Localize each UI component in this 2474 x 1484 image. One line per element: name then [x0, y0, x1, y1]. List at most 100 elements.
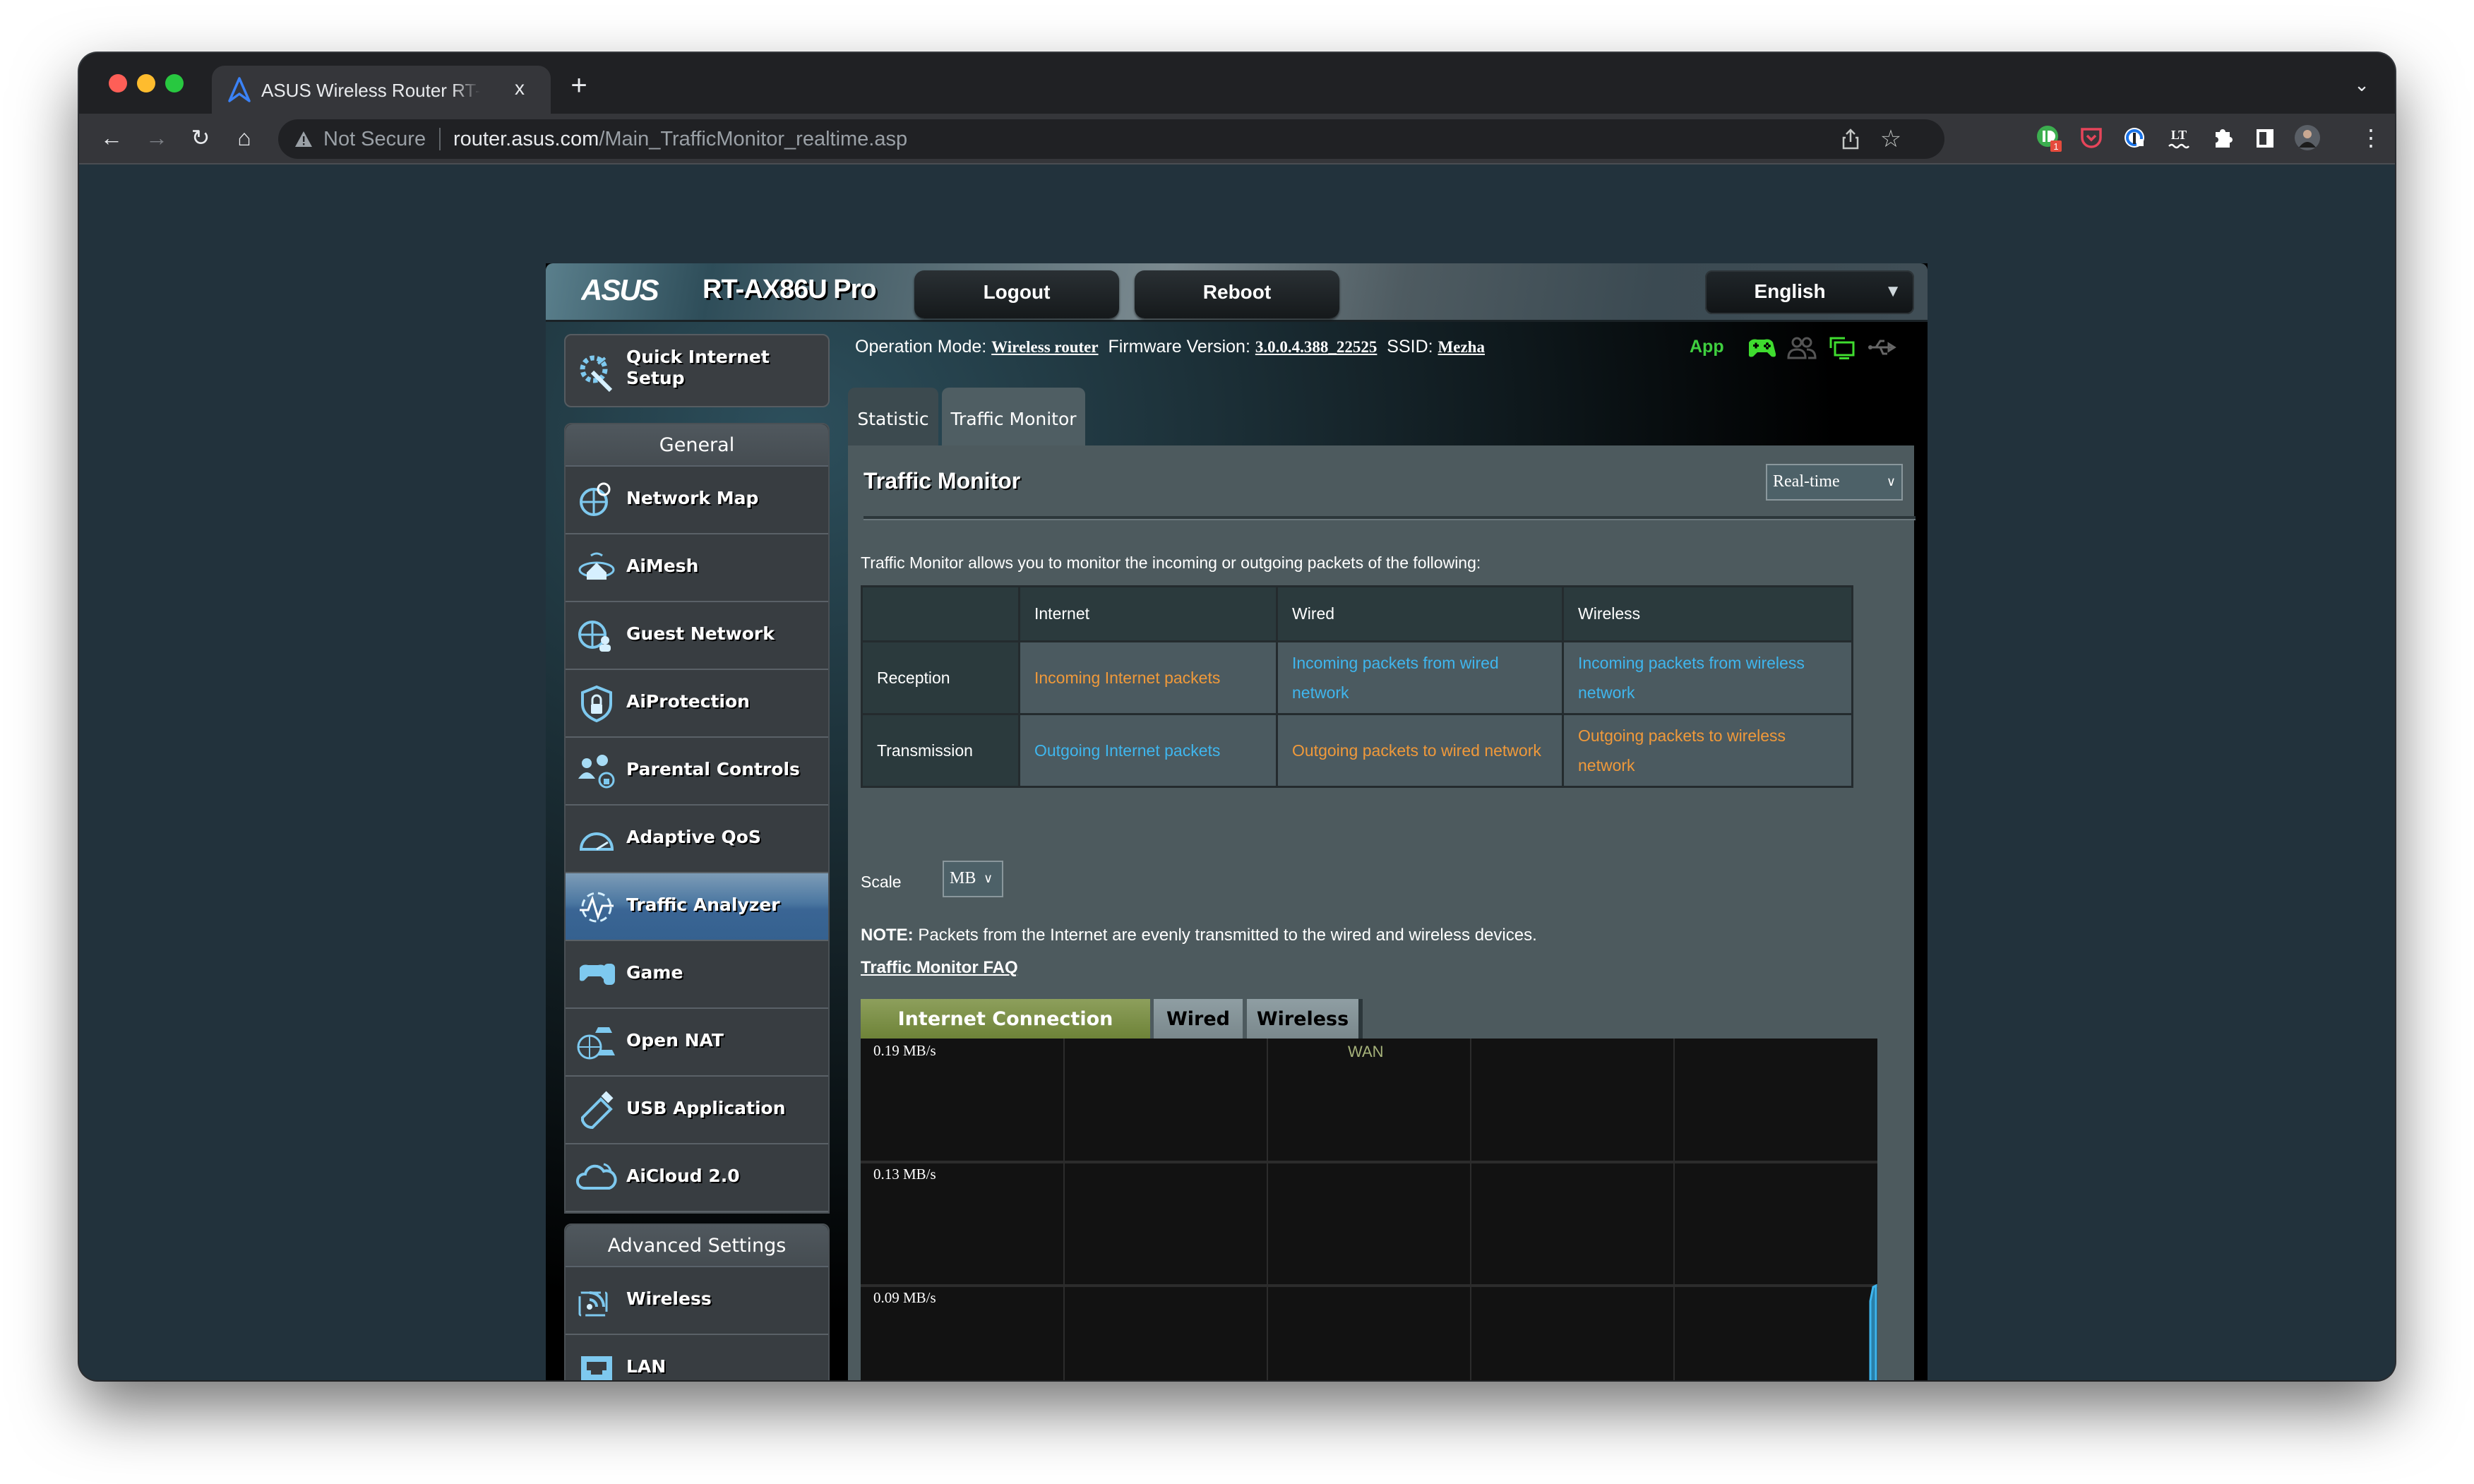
sidebar-item-usb-application[interactable]: USB Application	[566, 1077, 828, 1144]
url-host: router.asus.com	[453, 128, 599, 150]
sidebar-item-label: LAN	[626, 1356, 667, 1377]
app-link[interactable]: App	[1690, 337, 1724, 357]
password-manager-icon[interactable]	[2121, 124, 2149, 152]
url-text[interactable]: router.asus.com/Main_TrafficMonitor_real…	[453, 128, 907, 151]
shield-lock-icon	[581, 685, 612, 723]
graph-tab-wired[interactable]: Wired	[1154, 999, 1243, 1039]
forward-arrow-icon[interactable]: →	[143, 124, 171, 152]
logout-button[interactable]: Logout	[914, 270, 1119, 318]
home-icon[interactable]: ⌂	[230, 124, 258, 152]
quick-internet-setup-button[interactable]: Quick Internet Setup	[564, 334, 830, 407]
share-icon[interactable]	[1840, 128, 1861, 150]
sidebar-item-open-nat[interactable]: Open NAT	[566, 1009, 828, 1077]
extensions-puzzle-icon[interactable]	[2209, 124, 2237, 152]
omnibox-divider	[439, 128, 441, 150]
ssid-link[interactable]: Mezha	[1438, 338, 1485, 356]
browser-menu-icon[interactable]: ⋮	[2357, 124, 2385, 152]
page-viewport: ASUS RT-AX86U Pro Logout Reboot English …	[79, 164, 2395, 1380]
sidebar-item-guest-network[interactable]: Guest Network	[566, 602, 828, 670]
address-bar[interactable]: Not Secure router.asus.com/Main_TrafficM…	[278, 119, 1944, 159]
sidebar-item-parental-controls[interactable]: Parental Controls	[566, 738, 828, 806]
close-window-button[interactable]	[109, 74, 127, 92]
sidebar-item-aiprotection[interactable]: AiProtection	[566, 670, 828, 738]
browser-tab-active[interactable]: ASUS Wireless Router RT-AX86U Pro x	[212, 66, 551, 114]
period-select[interactable]: Real-time ∨	[1766, 464, 1903, 501]
aimesh-icon	[578, 552, 615, 580]
language-select[interactable]: English ▼	[1705, 270, 1914, 314]
traffic-chart-svg: 0.19 MB/s0.13 MB/s0.09 MB/s0.05 MB/sWAN	[861, 1039, 1892, 1380]
sidebar-item-label: Guest Network	[626, 623, 775, 644]
new-tab-button[interactable]: +	[565, 71, 593, 101]
languagetool-icon[interactable]: LT	[2165, 124, 2193, 152]
reload-icon[interactable]: ↻	[186, 124, 215, 152]
profile-avatar[interactable]	[2293, 124, 2321, 152]
svg-text:ASUS: ASUS	[581, 277, 659, 303]
sidebar-item-label: Game	[626, 962, 683, 983]
status-line: Operation Mode: Wireless router Firmware…	[855, 337, 1485, 357]
minimize-window-button[interactable]	[137, 74, 155, 92]
maximize-window-button[interactable]	[165, 74, 184, 92]
scale-select-value: MB	[950, 869, 976, 887]
page-title: Traffic Monitor	[863, 468, 1021, 493]
chevron-down-icon: ∨	[984, 871, 993, 885]
guest-network-icon	[578, 621, 611, 652]
sidebar-item-adaptive-qos[interactable]: Adaptive QoS	[566, 806, 828, 873]
wifi-icon	[578, 1291, 608, 1317]
cloud-icon	[576, 1163, 617, 1190]
chart-right-margin	[1877, 1039, 1892, 1380]
packet-types-table: Internet Wired Wireless Reception Incomi…	[861, 585, 1853, 788]
sidebar-item-aimesh[interactable]: AiMesh	[566, 534, 828, 602]
pushbullet-icon[interactable]: 1	[2035, 124, 2063, 152]
tab-strip: ASUS Wireless Router RT-AX86U Pro x + ⌄	[79, 53, 2395, 114]
graph-tab-wireless[interactable]: Wireless	[1247, 999, 1363, 1039]
table-row: Reception Incoming Internet packets Inco…	[861, 640, 1853, 715]
reboot-button[interactable]: Reboot	[1135, 270, 1339, 318]
back-arrow-icon[interactable]: ←	[97, 124, 126, 152]
warning-triangle-icon	[295, 131, 312, 147]
clients-icon[interactable]	[1786, 334, 1818, 361]
operation-mode-link[interactable]: Wireless router	[991, 338, 1098, 356]
table-cell: Outgoing packets to wired network	[1276, 713, 1564, 788]
sidebar-item-aicloud-2-0[interactable]: AiCloud 2.0	[566, 1144, 828, 1212]
sidebar-item-wireless[interactable]: Wireless	[566, 1267, 828, 1335]
game-mode-icon[interactable]	[1745, 334, 1777, 361]
sidebar-item-label: AiCloud 2.0	[626, 1166, 740, 1186]
period-select-value: Real-time	[1773, 472, 1840, 491]
caret-down-icon: ▼	[1884, 282, 1901, 301]
sidebar-item-traffic-analyzer[interactable]: Traffic Analyzer	[566, 873, 828, 941]
asus-logo: ASUS	[581, 277, 661, 303]
scale-select[interactable]: MB ∨	[943, 861, 1003, 897]
side-panel-icon[interactable]	[2251, 124, 2279, 152]
tab-search-chevron-icon[interactable]: ⌄	[2351, 74, 2372, 95]
security-status[interactable]: Not Secure	[323, 128, 426, 151]
pocket-icon[interactable]	[2077, 124, 2105, 152]
note-body: Packets from the Internet are evenly tra…	[913, 926, 1537, 945]
chart-title: WAN	[1348, 1043, 1384, 1060]
tab-traffic-monitor[interactable]: Traffic Monitor	[942, 388, 1085, 445]
tab-statistic[interactable]: Statistic	[848, 388, 938, 445]
traffic-monitor-faq-link[interactable]: Traffic Monitor FAQ	[861, 958, 1018, 978]
firmware-label: Firmware Version:	[1108, 337, 1250, 357]
table-header-row: Internet Wired Wireless	[861, 585, 1853, 642]
usb-icon[interactable]	[1866, 334, 1899, 361]
sidebar-item-network-map[interactable]: Network Map	[566, 467, 828, 534]
table-cell: Outgoing packets to wireless network	[1562, 713, 1853, 788]
tab-title: ASUS Wireless Router RT-AX86U Pro	[261, 80, 480, 101]
firmware-link[interactable]: 3.0.0.4.388_22525	[1255, 338, 1378, 356]
network-devices-icon[interactable]	[1827, 334, 1859, 361]
asus-favicon-icon	[228, 77, 251, 102]
quick-internet-setup-label: Quick Internet Setup	[626, 347, 770, 388]
y-tick-label: 0.09 MB/s	[873, 1289, 936, 1306]
scale-label: Scale	[861, 873, 902, 891]
sidebar-item-game[interactable]: Game	[566, 941, 828, 1009]
advanced-settings-menu: Advanced Settings WirelessLANWAN	[564, 1223, 830, 1380]
tab-close-icon[interactable]: x	[507, 76, 532, 101]
gear-wand-icon	[580, 355, 613, 393]
bookmark-star-icon[interactable]: ☆	[1878, 126, 1904, 152]
router-ui-frame: ASUS RT-AX86U Pro Logout Reboot English …	[546, 263, 1928, 1380]
browser-window: ASUS Wireless Router RT-AX86U Pro x + ⌄ …	[79, 53, 2395, 1380]
table-row: Transmission Outgoing Internet packets O…	[861, 713, 1853, 788]
sidebar-item-lan[interactable]: LAN	[566, 1335, 828, 1380]
extension-badge-count: 1	[2053, 141, 2058, 152]
graph-tab-wan[interactable]: Internet Connection (WAN)	[861, 999, 1150, 1071]
